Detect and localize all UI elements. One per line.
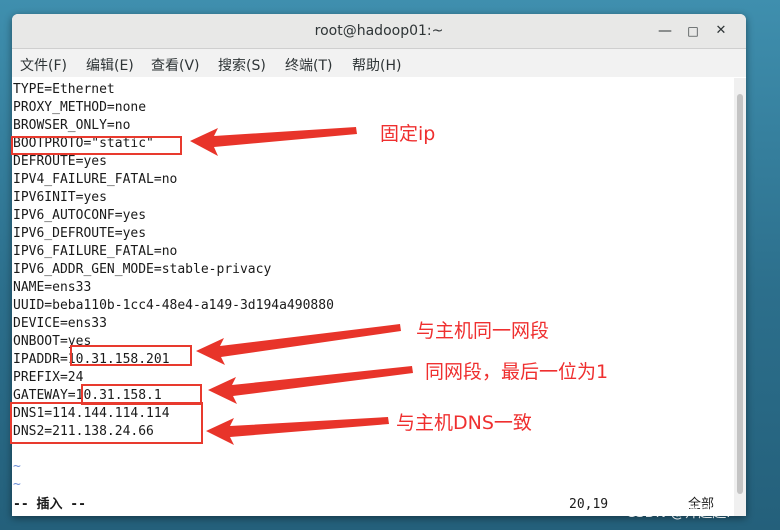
arrow-ipaddr bbox=[196, 324, 401, 365]
arrow-bootproto bbox=[190, 127, 357, 156]
arrow-dns bbox=[206, 417, 389, 445]
annotation-gateway-note: 同网段，最后一位为1 bbox=[425, 361, 609, 383]
annotation-fixed-ip: 固定ip bbox=[380, 123, 436, 145]
annotation-dns-note: 与主机DNS一致 bbox=[396, 412, 532, 434]
annotation-same-subnet: 与主机同一网段 bbox=[416, 320, 550, 342]
annotation-arrows bbox=[190, 127, 413, 445]
arrow-gateway bbox=[208, 366, 413, 404]
watermark: CSDN @帅超超i bbox=[626, 505, 731, 521]
